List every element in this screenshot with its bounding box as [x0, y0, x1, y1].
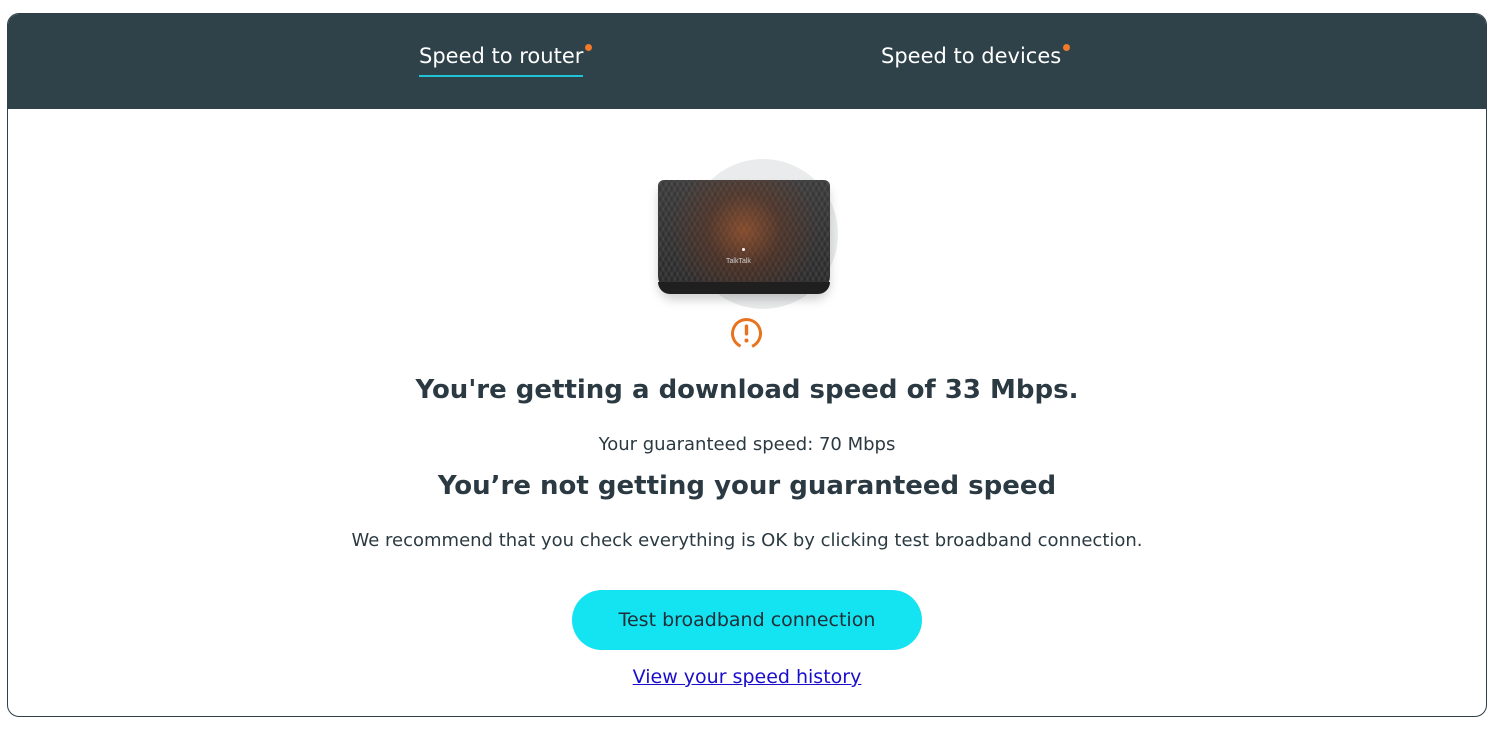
router-body — [658, 180, 830, 292]
result-panel: TalkTalk You're getting a download speed… — [8, 109, 1486, 716]
recommendation-text: We recommend that you check everything i… — [351, 530, 1143, 551]
warning-icon — [730, 317, 763, 350]
view-speed-history-link[interactable]: View your speed history — [633, 666, 862, 688]
router-base — [658, 282, 830, 294]
speed-test-card: Speed to router Speed to devices TalkTal… — [7, 13, 1487, 717]
router-logo: TalkTalk — [726, 258, 751, 265]
speed-history-link-wrap: View your speed history — [8, 666, 1486, 688]
guaranteed-speed-text: Your guaranteed speed: 70 Mbps — [598, 434, 896, 455]
tab-bar: Speed to router Speed to devices — [8, 14, 1486, 109]
tab-speed-to-devices[interactable]: Speed to devices — [881, 44, 1071, 88]
download-speed-headline: You're getting a download speed of 33 Mb… — [415, 375, 1079, 405]
test-broadband-button[interactable]: Test broadband connection — [572, 590, 922, 650]
router-image: TalkTalk — [648, 159, 848, 309]
tab-speed-to-router[interactable]: Speed to router — [419, 44, 593, 88]
speed-status-heading: You’re not getting your guaranteed speed — [437, 471, 1057, 501]
notification-dot-icon — [585, 44, 593, 51]
tab-speed-to-devices-label: Speed to devices — [881, 44, 1062, 68]
tab-speed-to-router-label: Speed to router — [419, 44, 584, 77]
notification-dot-icon — [1063, 44, 1071, 51]
router-led — [742, 248, 745, 251]
